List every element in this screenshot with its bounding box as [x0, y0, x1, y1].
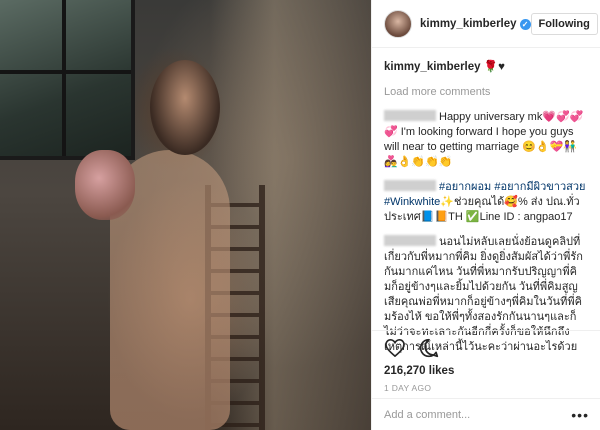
add-comment-bar: •••	[372, 398, 600, 430]
comment-bubble-icon[interactable]	[418, 337, 440, 359]
comment-item: #อยากผอม #อยากมีผิวขาวสวย #Winkwhite✨ช่ว…	[384, 180, 588, 225]
comment-item: Happy universary mk💗💞💞💞 I'm looking forw…	[384, 110, 588, 170]
post-actions: 216,270 likes 1 DAY AGO	[372, 330, 600, 393]
heart-icon[interactable]	[384, 337, 406, 359]
blurred-username[interactable]	[384, 110, 436, 121]
header-username-text[interactable]: kimmy_kimberley	[420, 18, 517, 30]
post-side-panel: kimmy_kimberley ✓ Following kimmy_kimberl…	[371, 0, 600, 430]
post-photo[interactable]	[0, 0, 371, 430]
action-icons	[384, 331, 589, 359]
verified-badge-icon: ✓	[519, 18, 531, 30]
load-more-comments-link[interactable]: Load more comments	[384, 85, 588, 100]
ellipsis-icon[interactable]: •••	[571, 407, 589, 423]
header-username[interactable]: kimmy_kimberley ✓	[420, 18, 531, 30]
post-header: kimmy_kimberley ✓ Following	[372, 0, 600, 48]
following-button[interactable]: Following	[530, 12, 598, 35]
blurred-username[interactable]	[384, 235, 436, 246]
add-comment-input[interactable]	[384, 408, 572, 421]
avatar[interactable]	[384, 9, 412, 38]
photo-window	[0, 0, 135, 160]
likes-count[interactable]: 216,270 likes	[384, 365, 589, 377]
post-timestamp[interactable]: 1 DAY AGO	[384, 383, 589, 393]
caption-username[interactable]: kimmy_kimberley	[384, 61, 481, 73]
blurred-username[interactable]	[384, 180, 436, 191]
photo-bouquet	[75, 150, 135, 220]
caption: kimmy_kimberley 🌹♥	[384, 60, 588, 75]
comments-list[interactable]: kimmy_kimberley 🌹♥ Load more comments Ha…	[372, 48, 600, 353]
caption-emoji: 🌹♥	[483, 61, 505, 73]
photo-person-head	[150, 60, 220, 155]
